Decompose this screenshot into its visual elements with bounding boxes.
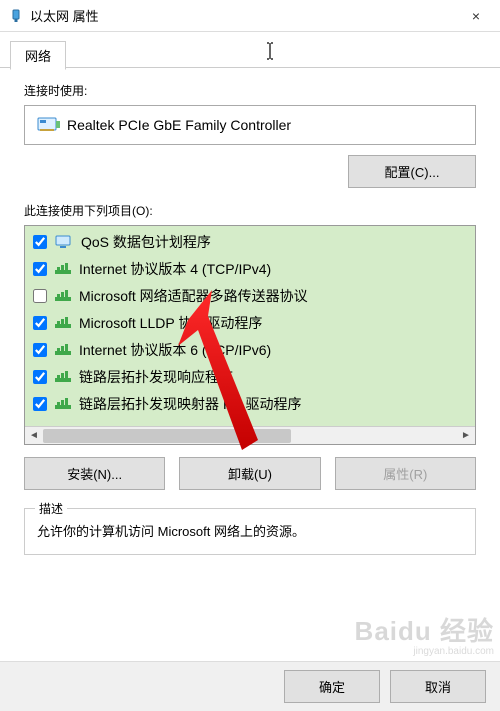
protocol-icon (55, 289, 71, 303)
item-label: Microsoft LLDP 协议驱动程序 (79, 313, 262, 333)
item-label: Microsoft 网络适配器多路传送器协议 (79, 286, 308, 306)
tab-strip: 网络 (0, 40, 500, 68)
list-item[interactable]: Internet 协议版本 6 (TCP/IPv6) (25, 336, 475, 363)
install-button[interactable]: 安装(N)... (24, 457, 165, 490)
properties-button: 属性(R) (335, 457, 476, 490)
protocol-icon (55, 316, 71, 330)
list-item[interactable]: Microsoft LLDP 协议驱动程序 (25, 309, 475, 336)
client-area: 网络 连接时使用: Realtek PCIe GbE Family Contro… (0, 40, 500, 669)
protocol-icon (55, 262, 71, 276)
item-checkbox[interactable] (33, 316, 47, 330)
scroll-left-arrow-icon[interactable]: ◄ (25, 427, 43, 444)
uninstall-button[interactable]: 卸载(U) (179, 457, 320, 490)
list-item[interactable]: Internet 协议版本 4 (TCP/IPv4) (25, 255, 475, 282)
adapter-name: Realtek PCIe GbE Family Controller (67, 117, 291, 133)
ok-button[interactable]: 确定 (284, 670, 380, 703)
configure-button[interactable]: 配置(C)... (348, 155, 476, 188)
window-title: 以太网 属性 (30, 6, 454, 25)
item-label: 链路层拓扑发现映射器 I/O 驱动程序 (79, 394, 301, 414)
description-text: 允许你的计算机访问 Microsoft 网络上的资源。 (37, 521, 463, 540)
protocol-icon (55, 397, 71, 411)
item-checkbox[interactable] (33, 289, 47, 303)
dialog-button-bar: 确定 取消 (0, 661, 500, 711)
watermark: Baidu 经验 jingyan.baidu.com (355, 617, 494, 657)
item-checkbox[interactable] (33, 235, 47, 249)
item-label: QoS 数据包计划程序 (81, 232, 211, 252)
tab-network[interactable]: 网络 (10, 41, 66, 70)
watermark-logo: Baidu 经验 (355, 617, 494, 646)
network-tab-panel: 连接时使用: Realtek PCIe GbE Family Controlle… (0, 68, 500, 555)
cancel-button[interactable]: 取消 (390, 670, 486, 703)
scroll-right-arrow-icon[interactable]: ► (457, 427, 475, 444)
title-bar: 以太网 属性 × (0, 0, 500, 32)
components-listbox[interactable]: QoS 数据包计划程序 Internet 协议版本 4 (TCP/IPv4) Mic… (24, 225, 476, 445)
monitor-icon (55, 235, 73, 249)
item-checkbox[interactable] (33, 262, 47, 276)
list-item[interactable]: QoS 数据包计划程序 (25, 228, 475, 255)
scrollbar-thumb[interactable] (43, 429, 291, 443)
close-button[interactable]: × (454, 0, 498, 32)
connect-using-label: 连接时使用: (24, 82, 476, 99)
network-card-icon (37, 116, 57, 134)
watermark-url: jingyan.baidu.com (355, 646, 494, 657)
components-list: QoS 数据包计划程序 Internet 协议版本 4 (TCP/IPv4) Mic… (25, 226, 475, 426)
horizontal-scrollbar[interactable]: ◄ ► (25, 426, 475, 444)
item-checkbox[interactable] (33, 343, 47, 357)
item-label: 链路层拓扑发现响应程序 (79, 367, 233, 387)
list-item[interactable]: 链路层拓扑发现响应程序 (25, 363, 475, 390)
protocol-icon (55, 343, 71, 357)
protocol-icon (55, 370, 71, 384)
item-checkbox[interactable] (33, 397, 47, 411)
adapter-box: Realtek PCIe GbE Family Controller (24, 105, 476, 145)
list-item[interactable]: Microsoft 网络适配器多路传送器协议 (25, 282, 475, 309)
list-item[interactable]: 链路层拓扑发现映射器 I/O 驱动程序 (25, 390, 475, 417)
description-groupbox: 描述 允许你的计算机访问 Microsoft 网络上的资源。 (24, 508, 476, 555)
description-legend: 描述 (35, 500, 67, 517)
ethernet-icon (8, 8, 24, 24)
item-label: Internet 协议版本 6 (TCP/IPv6) (79, 340, 271, 360)
item-checkbox[interactable] (33, 370, 47, 384)
close-icon: × (472, 8, 480, 24)
item-label: Internet 协议版本 4 (TCP/IPv4) (79, 259, 271, 279)
scrollbar-track[interactable] (43, 427, 457, 444)
items-label: 此连接使用下列项目(O): (24, 202, 476, 219)
component-buttons-row: 安装(N)... 卸载(U) 属性(R) (24, 457, 476, 490)
